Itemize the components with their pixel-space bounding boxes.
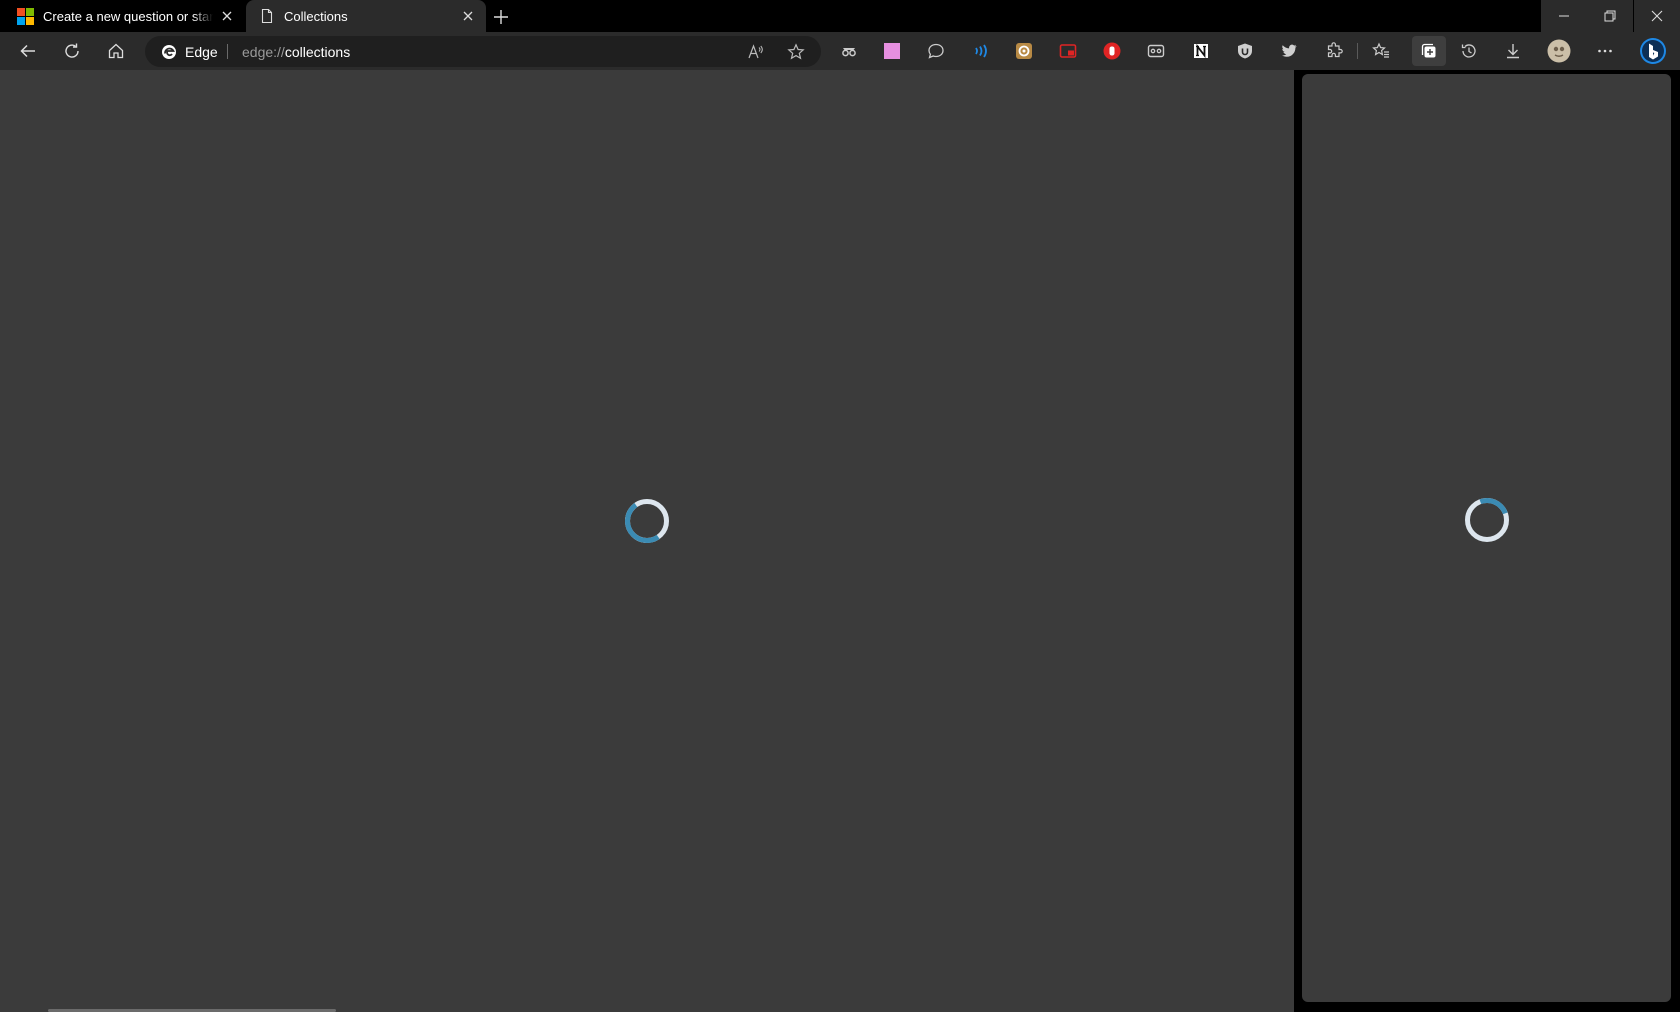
loading-spinner	[625, 499, 669, 543]
extensions-puzzle-icon[interactable]	[1321, 38, 1347, 64]
stop-hand-icon[interactable]	[1099, 38, 1125, 64]
close-tab-icon[interactable]	[219, 8, 235, 24]
collections-button[interactable]	[1412, 36, 1446, 66]
cassette-icon[interactable]	[1143, 38, 1169, 64]
new-tab-button[interactable]	[490, 6, 512, 28]
tab-discussion[interactable]: Create a new question or start a discuss…	[0, 0, 245, 32]
microsoft-logo-icon	[17, 7, 34, 25]
history-icon[interactable]	[1456, 38, 1482, 64]
close-window-button[interactable]	[1634, 0, 1680, 32]
spy-glasses-icon[interactable]	[836, 38, 862, 64]
wave-icon[interactable]	[967, 38, 993, 64]
edge-logo-icon	[161, 44, 177, 60]
browser-toolbar: Edge edge://collections	[0, 32, 1680, 70]
favorites-icon[interactable]	[1368, 38, 1394, 64]
tab-title: Collections	[284, 8, 348, 24]
url-text[interactable]: edge://collections	[242, 36, 350, 67]
tab-title: Create a new question or start a discuss…	[43, 8, 213, 24]
profile-avatar[interactable]	[1546, 38, 1572, 64]
picture-in-picture-icon[interactable]	[1055, 38, 1081, 64]
site-label: Edge	[185, 43, 218, 60]
toolbar-divider	[1357, 43, 1358, 59]
more-options-icon[interactable]	[1592, 38, 1618, 64]
chat-bubble-icon[interactable]	[923, 38, 949, 64]
close-tab-icon[interactable]	[460, 8, 476, 24]
restore-button[interactable]	[1587, 0, 1633, 32]
tab-collections[interactable]: Collections	[246, 0, 486, 32]
add-favorite-icon[interactable]	[785, 41, 807, 63]
pink-square-icon[interactable]	[879, 38, 905, 64]
side-pane-loading-spinner	[1465, 498, 1509, 542]
ublock-shield-icon[interactable]	[1232, 38, 1258, 64]
back-button[interactable]	[12, 36, 44, 66]
bing-chat-icon[interactable]	[1638, 36, 1668, 66]
site-info-chip[interactable]: Edge	[161, 36, 218, 67]
url-scheme: edge://	[242, 43, 285, 60]
address-bar[interactable]: Edge edge://collections	[145, 36, 821, 67]
read-aloud-icon[interactable]	[745, 41, 767, 63]
home-button[interactable]	[100, 36, 132, 66]
url-host: collections	[284, 43, 351, 60]
page-icon	[259, 8, 275, 24]
refresh-button[interactable]	[56, 36, 88, 66]
gear-badge-icon[interactable]	[1011, 38, 1037, 64]
downloads-icon[interactable]	[1500, 38, 1526, 64]
address-divider	[227, 44, 228, 59]
twitter-bird-icon[interactable]	[1276, 38, 1302, 64]
minimize-button[interactable]	[1541, 0, 1587, 32]
notion-icon[interactable]	[1188, 38, 1214, 64]
tab-strip: Create a new question or start a discuss…	[0, 0, 1680, 32]
